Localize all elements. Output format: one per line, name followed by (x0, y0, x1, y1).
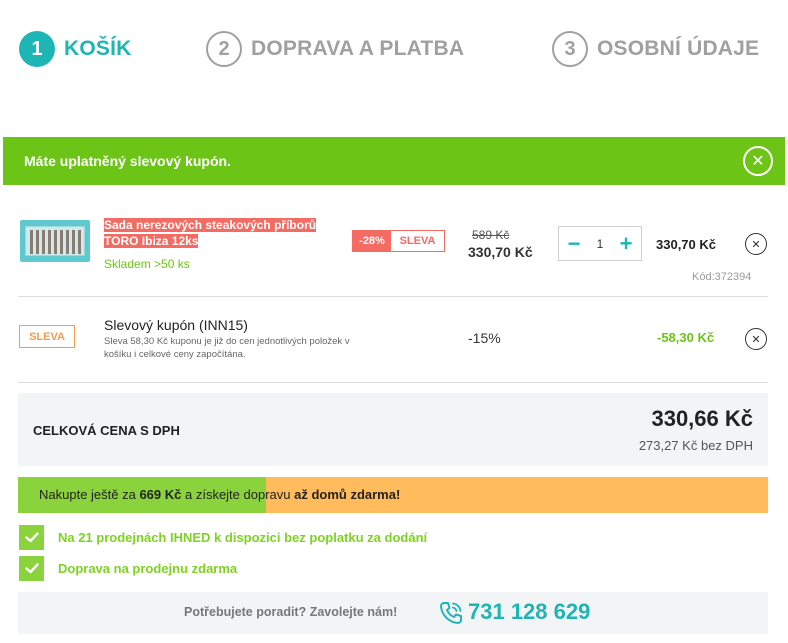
shipping-suffix: až domů zdarma! (294, 487, 401, 502)
row-divider (18, 382, 768, 383)
step-shipping-payment[interactable]: 2 DOPRAVA A PLATBA (206, 30, 464, 68)
banner-text: Máte uplatněný slevový kupón. (24, 153, 231, 169)
total-label: CELKOVÁ CENA S DPH (33, 423, 180, 438)
old-price: 589 Kč (472, 228, 510, 242)
qty-input[interactable]: 1 (597, 237, 604, 251)
product-code: Kód:372394 (692, 271, 752, 283)
step-personal-info[interactable]: 3 OSOBNÍ ÚDAJE (552, 30, 759, 68)
coupon-badge: SLEVA (19, 325, 75, 348)
knife-shape (42, 230, 45, 254)
coupon-applied-banner: Máte uplatněný slevový kupón. ✕ (3, 137, 785, 185)
total-summary: CELKOVÁ CENA S DPH 330,66 Kč 273,27 Kč b… (18, 393, 768, 466)
product-title-line2: TORO Ibiza 12ks (104, 234, 199, 248)
knife-shape (54, 230, 57, 254)
remove-item-icon[interactable]: ✕ (745, 233, 767, 255)
row-divider (18, 296, 463, 297)
product-title-link[interactable]: Sada nerezových steakových příborů TORO … (104, 217, 354, 249)
benefit-item: Doprava na prodejnu zdarma (19, 556, 237, 581)
total-price-net: 273,27 Kč bez DPH (638, 438, 753, 453)
knife-shape (60, 230, 63, 254)
phone-icon (438, 600, 464, 626)
benefit-item: Na 21 prodejnách IHNED k dispozici bez p… (19, 525, 427, 550)
remove-coupon-icon[interactable]: ✕ (745, 328, 767, 350)
benefit-text: Na 21 prodejnách IHNED k dispozici bez p… (58, 530, 428, 545)
qty-decrease-button[interactable]: − (565, 232, 583, 255)
unit-price: 330,70 Kč (468, 244, 533, 260)
free-shipping-text: Nakupte ještě za 669 Kč a získejte dopra… (39, 487, 400, 502)
step-cart[interactable]: 1 KOŠÍK (19, 30, 132, 68)
step-label: OSOBNÍ ÚDAJE (597, 37, 760, 60)
step-label: KOŠÍK (64, 37, 132, 60)
cutlery-box (25, 226, 85, 256)
product-image[interactable] (20, 220, 90, 262)
step-number: 3 (552, 31, 588, 67)
knife-shape (66, 230, 69, 254)
qty-increase-button[interactable]: + (617, 232, 635, 255)
shipping-prefix: Nakupte ještě za (39, 487, 140, 502)
help-text: Potřebujete poradit? Zavolejte nám! (184, 605, 398, 619)
step-label: DOPRAVA A PLATBA (251, 37, 465, 60)
knife-shape (36, 230, 39, 254)
quantity-stepper: − 1 + (558, 226, 642, 261)
free-shipping-progress: Nakupte ještě za 669 Kč a získejte dopra… (18, 477, 768, 513)
knife-shape (72, 230, 75, 254)
shipping-remaining-amount: 669 Kč (139, 487, 182, 502)
stock-status: Skladem >50 ks (104, 257, 190, 271)
shipping-middle: a získejte dopravu (181, 487, 295, 502)
knife-shape (48, 230, 51, 254)
coupon-percent: -15% (468, 330, 501, 346)
coupon-description: Sleva 58,30 Kč kuponu je již do cen jedn… (104, 336, 350, 360)
product-title-line1: Sada nerezových steakových příborů (104, 218, 317, 232)
check-icon (19, 556, 44, 581)
knife-shape (30, 230, 33, 254)
row-divider (463, 296, 768, 297)
discount-percent: -28% (353, 231, 391, 251)
discount-label: SLEVA (399, 235, 436, 247)
step-number: 1 (19, 31, 55, 67)
checkout-steps: 1 KOŠÍK 2 DOPRAVA A PLATBA 3 OSOBNÍ ÚDAJ… (0, 30, 788, 70)
discount-badge: -28% SLEVA (352, 230, 445, 252)
check-icon (19, 525, 44, 550)
close-circle-icon[interactable]: ✕ (743, 146, 773, 176)
knife-shape (78, 230, 81, 254)
phone-number-link[interactable]: 731 128 629 (468, 599, 590, 625)
step-number: 2 (206, 31, 242, 67)
coupon-title: Slevový kupón (INN15) (104, 317, 248, 333)
benefit-text: Doprava na prodejnu zdarma (58, 561, 238, 576)
line-total: 330,70 Kč (656, 237, 716, 252)
coupon-amount: -58,30 Kč (657, 330, 715, 345)
help-contact: Potřebujete poradit? Zavolejte nám! 731 … (18, 592, 768, 634)
total-price: 330,66 Kč (651, 406, 753, 431)
